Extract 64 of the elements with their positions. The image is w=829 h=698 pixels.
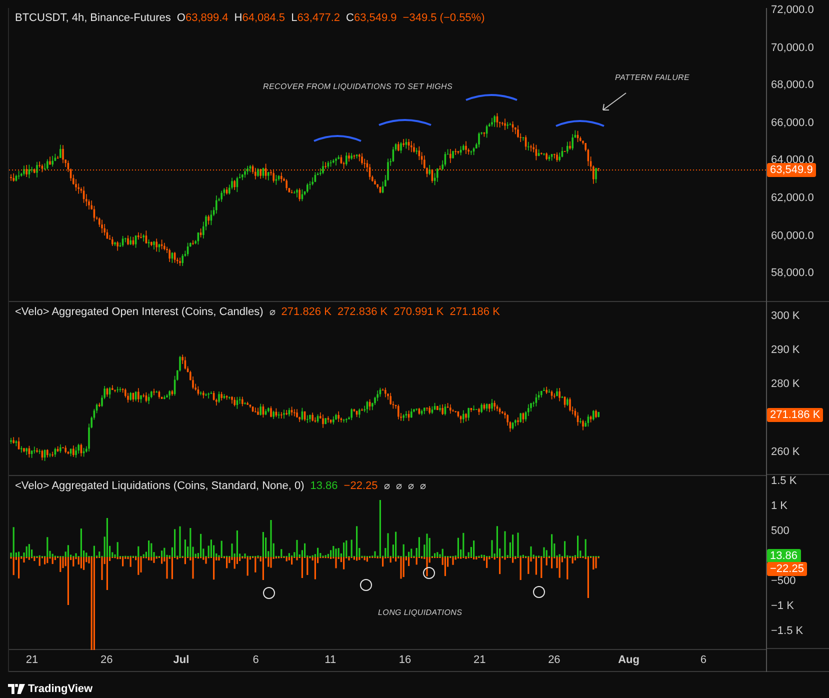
price-label: 271.186 K xyxy=(767,408,824,422)
hidden-icon[interactable]: ⌀ xyxy=(420,480,426,492)
hidden-icon[interactable]: ⌀ xyxy=(269,306,276,318)
price-change: −349.5 (−0.55%) xyxy=(402,12,485,24)
axis-label: 72,000.0 xyxy=(771,3,814,17)
ohlc-value: H64,084.5 xyxy=(234,12,286,24)
axis-label: 290 K xyxy=(771,342,800,357)
circle-marker xyxy=(360,579,372,591)
indicator-value: −22.25 xyxy=(344,480,378,492)
axis-label: 6 xyxy=(699,654,708,666)
logo-icon xyxy=(8,684,25,694)
axis-label: Aug xyxy=(617,654,640,666)
indicator-title: <Velo> Aggregated Liquidations (Coins, Standard, None, 0) xyxy=(15,480,304,492)
axis-label: 280 K xyxy=(771,376,800,391)
axis-label: 500 xyxy=(771,524,790,538)
indicator-title: <Velo> Aggregated Open Interest (Coins, Candles) xyxy=(15,306,264,318)
axis-label: 1 K xyxy=(771,499,788,514)
axis-label: 66,000.0 xyxy=(771,116,814,130)
axis-label: 6 xyxy=(252,654,260,666)
price-label: 63,549.9 xyxy=(767,163,816,177)
ohlc-value: L63,477.2 xyxy=(291,12,340,24)
axis-label: 26 xyxy=(99,654,114,666)
highlight-arc xyxy=(314,135,362,142)
axis-label: 16 xyxy=(398,654,412,666)
indicator-value: 271.826 K xyxy=(281,306,332,318)
axis-label: 62,000.0 xyxy=(771,191,814,205)
axis-label: 11 xyxy=(324,654,338,666)
arrow-icon xyxy=(602,92,626,110)
hidden-icon[interactable]: ⌀ xyxy=(396,480,402,492)
ohlc-value: O63,899.4 xyxy=(176,12,228,24)
axis-label: 26 xyxy=(547,654,562,666)
symbol-title: BTCUSDT, 4h, Binance-Futures xyxy=(15,12,171,24)
axis-label: 58,000.0 xyxy=(771,266,814,280)
axis-label: −1.5 K xyxy=(771,624,804,638)
axis-label: 70,000.0 xyxy=(771,40,814,55)
axis-label: 1.5 K xyxy=(771,474,797,488)
axis-label: 68,000.0 xyxy=(771,78,814,92)
price-label: −22.25 xyxy=(767,562,807,576)
axis-label: 21 xyxy=(24,654,40,666)
axis-label: 60,000.0 xyxy=(771,228,814,243)
highlight-arc xyxy=(556,120,604,127)
highlight-arc xyxy=(466,94,518,101)
ohlc-value: C63,549.9 xyxy=(346,12,397,24)
hidden-icon[interactable]: ⌀ xyxy=(408,480,414,492)
hidden-icon[interactable]: ⌀ xyxy=(384,480,390,492)
axis-label: 260 K xyxy=(771,444,800,459)
axis-label: −1 K xyxy=(771,599,794,614)
annotation-text: LONG LIQUIDATIONS xyxy=(378,608,462,617)
indicator-value: 270.991 K xyxy=(394,306,444,318)
indicator-value: 271.186 K xyxy=(450,306,500,318)
axis-label: 21 xyxy=(472,654,487,666)
indicator-value: 13.86 xyxy=(310,480,338,492)
highlight-arc xyxy=(378,119,432,126)
annotation-text: PATTERN FAILURE xyxy=(615,73,690,82)
brand-logo[interactable]: TradingView xyxy=(8,683,93,695)
axis-label: 300 K xyxy=(771,308,800,323)
circle-marker xyxy=(533,586,545,598)
indicator-value: 272.836 K xyxy=(337,306,388,318)
axis-label: −500 xyxy=(771,574,796,588)
circle-marker xyxy=(423,567,435,579)
circle-marker xyxy=(263,587,275,599)
annotation-text: RECOVER FROM LIQUIDATIONS TO SET HIGHS xyxy=(263,82,453,91)
price-label: 13.86 xyxy=(767,549,801,564)
axis-label: Jul xyxy=(172,654,190,666)
